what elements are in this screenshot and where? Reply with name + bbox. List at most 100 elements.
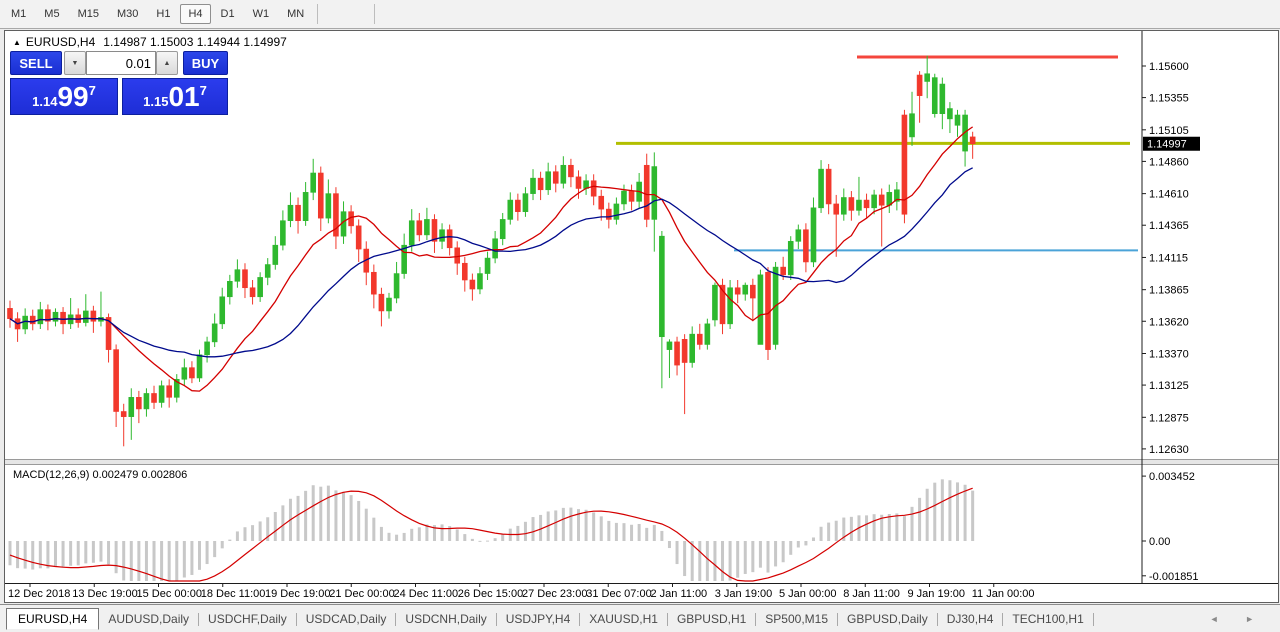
macd-bar — [183, 541, 186, 578]
x-axis-label: 19 Dec 19:00 — [265, 588, 330, 600]
macd-bar — [812, 537, 815, 541]
macd-bar — [706, 541, 709, 581]
macd-bar — [418, 527, 421, 541]
candle — [902, 110, 907, 223]
macd-bar — [137, 541, 140, 581]
symbol-arrow-icon: ▲ — [13, 38, 21, 47]
macd-bar — [691, 541, 694, 581]
macd-bar — [585, 510, 588, 541]
buy-price-prefix: 1.15 — [143, 94, 168, 109]
macd-bar — [471, 539, 474, 541]
macd-bar — [228, 540, 231, 541]
macd-bar — [327, 486, 330, 541]
macd-bar — [221, 541, 224, 548]
macd-bar — [539, 515, 542, 541]
buy-button[interactable]: BUY — [183, 51, 228, 75]
macd-bar — [342, 492, 345, 541]
buy-price-main: 01 — [168, 82, 199, 112]
sell-price-pipette: 7 — [89, 83, 96, 98]
current-price-label: 1.14997 — [1147, 139, 1187, 151]
macd-axis-label: -0.001851 — [1149, 571, 1199, 583]
spinner-up-icon: ▲ — [164, 60, 171, 67]
macd-bar — [486, 541, 489, 542]
macd-bar — [622, 523, 625, 541]
macd-bar — [425, 525, 428, 541]
macd-bar — [213, 541, 216, 557]
macd-bar — [350, 495, 353, 541]
sell-button[interactable]: SELL — [10, 51, 62, 75]
one-click-trade-panel: SELL ▼ ▲ BUY 1.14997 1.15017 — [10, 51, 228, 115]
macd-bar — [895, 513, 898, 541]
buy-price-pipette: 7 — [200, 83, 207, 98]
macd-bar — [206, 541, 209, 564]
macd-bar — [31, 541, 34, 570]
macd-bar — [115, 541, 118, 573]
chart-ohlc-values: 1.14987 1.15003 1.14944 1.14997 — [103, 35, 287, 49]
macd-bar — [911, 507, 914, 541]
macd-bar — [107, 541, 110, 564]
macd-bar — [69, 541, 72, 566]
x-axis-label: 12 Dec 2018 — [8, 588, 70, 600]
candle — [788, 236, 793, 280]
macd-bar — [941, 479, 944, 541]
y-axis-label: 1.15355 — [1149, 93, 1189, 105]
sell-price-prefix: 1.14 — [32, 94, 57, 109]
y-axis-label: 1.14365 — [1149, 220, 1189, 232]
macd-bar — [835, 521, 838, 541]
macd-bar — [607, 521, 610, 541]
lot-size-input[interactable] — [86, 51, 156, 75]
macd-bar — [562, 508, 565, 541]
macd-bar — [759, 541, 762, 568]
macd-bar — [84, 541, 87, 563]
macd-bar — [168, 541, 171, 581]
macd-bar — [243, 527, 246, 541]
macd-bar — [698, 541, 701, 581]
macd-bar — [16, 541, 19, 568]
macd-bar — [797, 541, 800, 547]
macd-bar — [297, 496, 300, 541]
macd-bar — [365, 509, 368, 541]
macd-bar — [122, 541, 125, 580]
macd-bar — [736, 541, 739, 578]
candle — [811, 197, 816, 267]
macd-bar — [54, 541, 57, 567]
macd-bar — [281, 505, 284, 541]
x-axis-label: 31 Dec 07:00 — [586, 588, 651, 600]
chart-title: ▲EURUSD,H41.14987 1.15003 1.14944 1.1499… — [13, 35, 287, 49]
macd-bar — [198, 541, 201, 570]
macd-bar — [827, 523, 830, 541]
lot-increase-button[interactable]: ▲ — [156, 51, 178, 75]
y-axis-label: 1.15600 — [1149, 61, 1189, 73]
macd-bar — [653, 525, 656, 541]
macd-bar — [46, 541, 49, 568]
macd-indicator-label: MACD(12,26,9) 0.002479 0.002806 — [13, 469, 187, 481]
macd-bar — [259, 521, 262, 541]
candle — [758, 270, 763, 345]
macd-bar — [274, 512, 277, 541]
macd-bar — [888, 514, 891, 541]
macd-bar — [463, 534, 466, 541]
spinner-down-icon: ▼ — [72, 60, 79, 67]
macd-bar — [251, 525, 254, 541]
macd-bar — [456, 529, 459, 541]
macd-bar — [532, 517, 535, 541]
macd-bar — [615, 523, 618, 541]
macd-bar — [319, 487, 322, 541]
macd-bar — [850, 517, 853, 541]
macd-bar — [645, 528, 648, 541]
macd-bar — [9, 541, 12, 565]
lot-decrease-button[interactable]: ▼ — [64, 51, 86, 75]
macd-bar — [721, 541, 724, 581]
x-axis-label: 2 Jan 11:00 — [651, 588, 708, 600]
x-axis-label: 3 Jan 19:00 — [715, 588, 773, 600]
macd-bar — [410, 529, 413, 541]
macd-bar — [751, 541, 754, 572]
macd-bar — [873, 514, 876, 541]
macd-bar — [304, 491, 307, 541]
macd-bar — [388, 533, 391, 541]
macd-axis-label: 0.00 — [1149, 536, 1170, 548]
y-axis-label: 1.15105 — [1149, 125, 1189, 137]
sell-price-button[interactable]: 1.14997 — [10, 78, 118, 115]
buy-price-button[interactable]: 1.15017 — [122, 78, 228, 115]
macd-bar — [312, 485, 315, 541]
